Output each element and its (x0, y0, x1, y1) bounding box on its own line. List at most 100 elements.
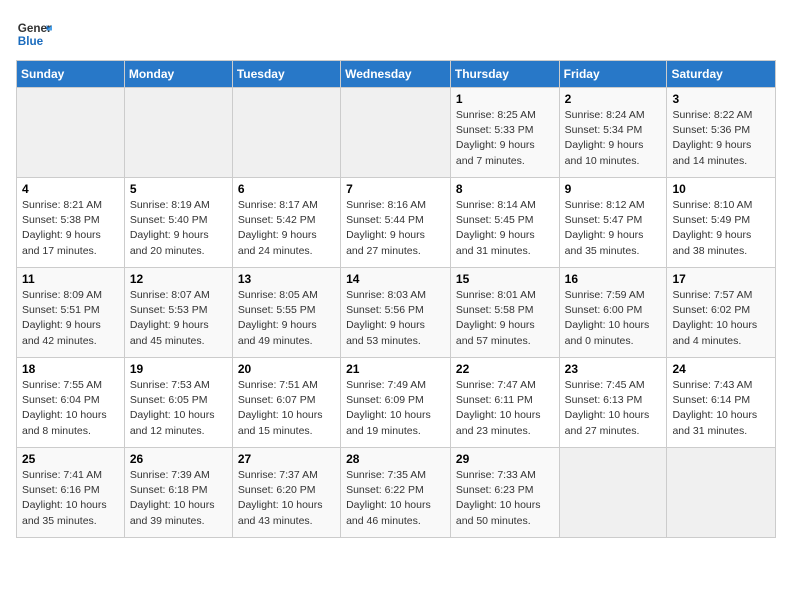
day-number: 8 (456, 182, 554, 196)
calendar-cell: 27 Sunrise: 7:37 AMSunset: 6:20 PMDayligh… (232, 448, 340, 538)
day-info: Sunrise: 8:01 AMSunset: 5:58 PMDaylight:… (456, 288, 554, 349)
day-info: Sunrise: 8:09 AMSunset: 5:51 PMDaylight:… (22, 288, 119, 349)
day-number: 5 (130, 182, 227, 196)
calendar-cell: 20Sunrise: 7:51 AMSunset: 6:07 PMDayligh… (232, 358, 340, 448)
day-info: Sunrise: 7:37 AMSunset: 6:20 PMDaylight:… (238, 468, 335, 529)
day-number: 22 (456, 362, 554, 376)
calendar-cell: 25 Sunrise: 7:41 AMSunset: 6:16 PMDayligh… (17, 448, 125, 538)
calendar-cell: 12 Sunrise: 8:07 AMSunset: 5:53 PMDayligh… (124, 268, 232, 358)
calendar-cell: 9Sunrise: 8:12 AMSunset: 5:47 PMDaylight… (559, 178, 667, 268)
day-number: 12 (130, 272, 227, 286)
day-info: Sunrise: 8:12 AMSunset: 5:47 PMDaylight:… (565, 198, 662, 259)
calendar-cell: 18Sunrise: 7:55 AMSunset: 6:04 PMDayligh… (17, 358, 125, 448)
calendar-cell: 19 Sunrise: 7:53 AMSunset: 6:05 PMDayligh… (124, 358, 232, 448)
day-info: Sunrise: 8:14 AMSunset: 5:45 PMDaylight:… (456, 198, 554, 259)
calendar-day-header: Thursday (450, 61, 559, 88)
calendar-cell: 11 Sunrise: 8:09 AMSunset: 5:51 PMDayligh… (17, 268, 125, 358)
day-info: Sunrise: 7:45 AMSunset: 6:13 PMDaylight:… (565, 378, 662, 439)
day-info: Sunrise: 8:16 AMSunset: 5:44 PMDaylight:… (346, 198, 445, 259)
day-info: Sunrise: 7:55 AMSunset: 6:04 PMDaylight:… (22, 378, 119, 439)
calendar-cell: 2 Sunrise: 8:24 AMSunset: 5:34 PMDaylight… (559, 88, 667, 178)
day-info: Sunrise: 7:33 AMSunset: 6:23 PMDaylight:… (456, 468, 554, 529)
calendar-cell: 29 Sunrise: 7:33 AMSunset: 6:23 PMDayligh… (450, 448, 559, 538)
calendar-cell (559, 448, 667, 538)
calendar-cell: 16 Sunrise: 7:59 AMSunset: 6:00 PMDayligh… (559, 268, 667, 358)
day-number: 7 (346, 182, 445, 196)
calendar-cell: 26 Sunrise: 7:39 AMSunset: 6:18 PMDayligh… (124, 448, 232, 538)
day-number: 27 (238, 452, 335, 466)
calendar-cell: 7 Sunrise: 8:16 AMSunset: 5:44 PMDaylight… (341, 178, 451, 268)
calendar-cell (667, 448, 776, 538)
day-info: Sunrise: 7:57 AMSunset: 6:02 PMDaylight:… (672, 288, 770, 349)
day-info: Sunrise: 8:17 AMSunset: 5:42 PMDaylight:… (238, 198, 335, 259)
day-number: 17 (672, 272, 770, 286)
calendar-day-header: Sunday (17, 61, 125, 88)
day-info: Sunrise: 8:21 AMSunset: 5:38 PMDaylight:… (22, 198, 119, 259)
calendar-cell: 13 Sunrise: 8:05 AMSunset: 5:55 PMDayligh… (232, 268, 340, 358)
day-number: 3 (672, 92, 770, 106)
calendar-day-header: Tuesday (232, 61, 340, 88)
svg-text:Blue: Blue (18, 35, 44, 48)
day-number: 14 (346, 272, 445, 286)
calendar-cell: 24Sunrise: 7:43 AMSunset: 6:14 PMDayligh… (667, 358, 776, 448)
day-info: Sunrise: 7:35 AMSunset: 6:22 PMDaylight:… (346, 468, 445, 529)
day-info: Sunrise: 7:59 AMSunset: 6:00 PMDaylight:… (565, 288, 662, 349)
calendar-cell: 14 Sunrise: 8:03 AMSunset: 5:56 PMDayligh… (341, 268, 451, 358)
calendar-cell (124, 88, 232, 178)
calendar-cell (17, 88, 125, 178)
calendar-cell: 10Sunrise: 8:10 AMSunset: 5:49 PMDayligh… (667, 178, 776, 268)
day-info: Sunrise: 8:22 AMSunset: 5:36 PMDaylight:… (672, 108, 770, 169)
calendar-cell (341, 88, 451, 178)
day-number: 16 (565, 272, 662, 286)
day-info: Sunrise: 7:39 AMSunset: 6:18 PMDaylight:… (130, 468, 227, 529)
day-number: 11 (22, 272, 119, 286)
day-info: Sunrise: 8:19 AMSunset: 5:40 PMDaylight:… (130, 198, 227, 259)
day-info: Sunrise: 7:53 AMSunset: 6:05 PMDaylight:… (130, 378, 227, 439)
day-number: 1 (456, 92, 554, 106)
day-number: 13 (238, 272, 335, 286)
day-number: 29 (456, 452, 554, 466)
calendar-cell: 5 Sunrise: 8:19 AMSunset: 5:40 PMDaylight… (124, 178, 232, 268)
calendar-cell (232, 88, 340, 178)
day-info: Sunrise: 7:51 AMSunset: 6:07 PMDaylight:… (238, 378, 335, 439)
calendar-cell: 1 Sunrise: 8:25 AMSunset: 5:33 PMDaylight… (450, 88, 559, 178)
day-number: 2 (565, 92, 662, 106)
calendar-cell: 4 Sunrise: 8:21 AMSunset: 5:38 PMDaylight… (17, 178, 125, 268)
calendar-cell: 17 Sunrise: 7:57 AMSunset: 6:02 PMDayligh… (667, 268, 776, 358)
calendar-day-header: Friday (559, 61, 667, 88)
day-number: 19 (130, 362, 227, 376)
day-number: 26 (130, 452, 227, 466)
calendar-cell: 28 Sunrise: 7:35 AMSunset: 6:22 PMDayligh… (341, 448, 451, 538)
calendar-week-row: 25 Sunrise: 7:41 AMSunset: 6:16 PMDayligh… (17, 448, 776, 538)
calendar-cell: 6 Sunrise: 8:17 AMSunset: 5:42 PMDaylight… (232, 178, 340, 268)
day-info: Sunrise: 7:41 AMSunset: 6:16 PMDaylight:… (22, 468, 119, 529)
calendar-week-row: 4 Sunrise: 8:21 AMSunset: 5:38 PMDaylight… (17, 178, 776, 268)
calendar-cell: 3 Sunrise: 8:22 AMSunset: 5:36 PMDaylight… (667, 88, 776, 178)
day-number: 6 (238, 182, 335, 196)
calendar-cell: 8 Sunrise: 8:14 AMSunset: 5:45 PMDaylight… (450, 178, 559, 268)
day-info: Sunrise: 7:49 AMSunset: 6:09 PMDaylight:… (346, 378, 445, 439)
calendar-cell: 21 Sunrise: 7:49 AMSunset: 6:09 PMDayligh… (341, 358, 451, 448)
calendar-cell: 15Sunrise: 8:01 AMSunset: 5:58 PMDayligh… (450, 268, 559, 358)
day-number: 4 (22, 182, 119, 196)
logo: General Blue (16, 16, 52, 52)
calendar-header-row: SundayMondayTuesdayWednesdayThursdayFrid… (17, 61, 776, 88)
calendar-cell: 23Sunrise: 7:45 AMSunset: 6:13 PMDayligh… (559, 358, 667, 448)
calendar-week-row: 18Sunrise: 7:55 AMSunset: 6:04 PMDayligh… (17, 358, 776, 448)
logo-icon: General Blue (16, 16, 52, 52)
calendar-week-row: 11 Sunrise: 8:09 AMSunset: 5:51 PMDayligh… (17, 268, 776, 358)
day-number: 21 (346, 362, 445, 376)
day-info: Sunrise: 8:25 AMSunset: 5:33 PMDaylight:… (456, 108, 554, 169)
day-number: 28 (346, 452, 445, 466)
calendar-day-header: Saturday (667, 61, 776, 88)
day-info: Sunrise: 8:24 AMSunset: 5:34 PMDaylight:… (565, 108, 662, 169)
day-info: Sunrise: 8:05 AMSunset: 5:55 PMDaylight:… (238, 288, 335, 349)
calendar-cell: 22Sunrise: 7:47 AMSunset: 6:11 PMDayligh… (450, 358, 559, 448)
day-info: Sunrise: 8:10 AMSunset: 5:49 PMDaylight:… (672, 198, 770, 259)
calendar-table: SundayMondayTuesdayWednesdayThursdayFrid… (16, 60, 776, 538)
day-info: Sunrise: 8:03 AMSunset: 5:56 PMDaylight:… (346, 288, 445, 349)
calendar-day-header: Wednesday (341, 61, 451, 88)
day-info: Sunrise: 8:07 AMSunset: 5:53 PMDaylight:… (130, 288, 227, 349)
day-number: 25 (22, 452, 119, 466)
calendar-body: 1 Sunrise: 8:25 AMSunset: 5:33 PMDaylight… (17, 88, 776, 538)
